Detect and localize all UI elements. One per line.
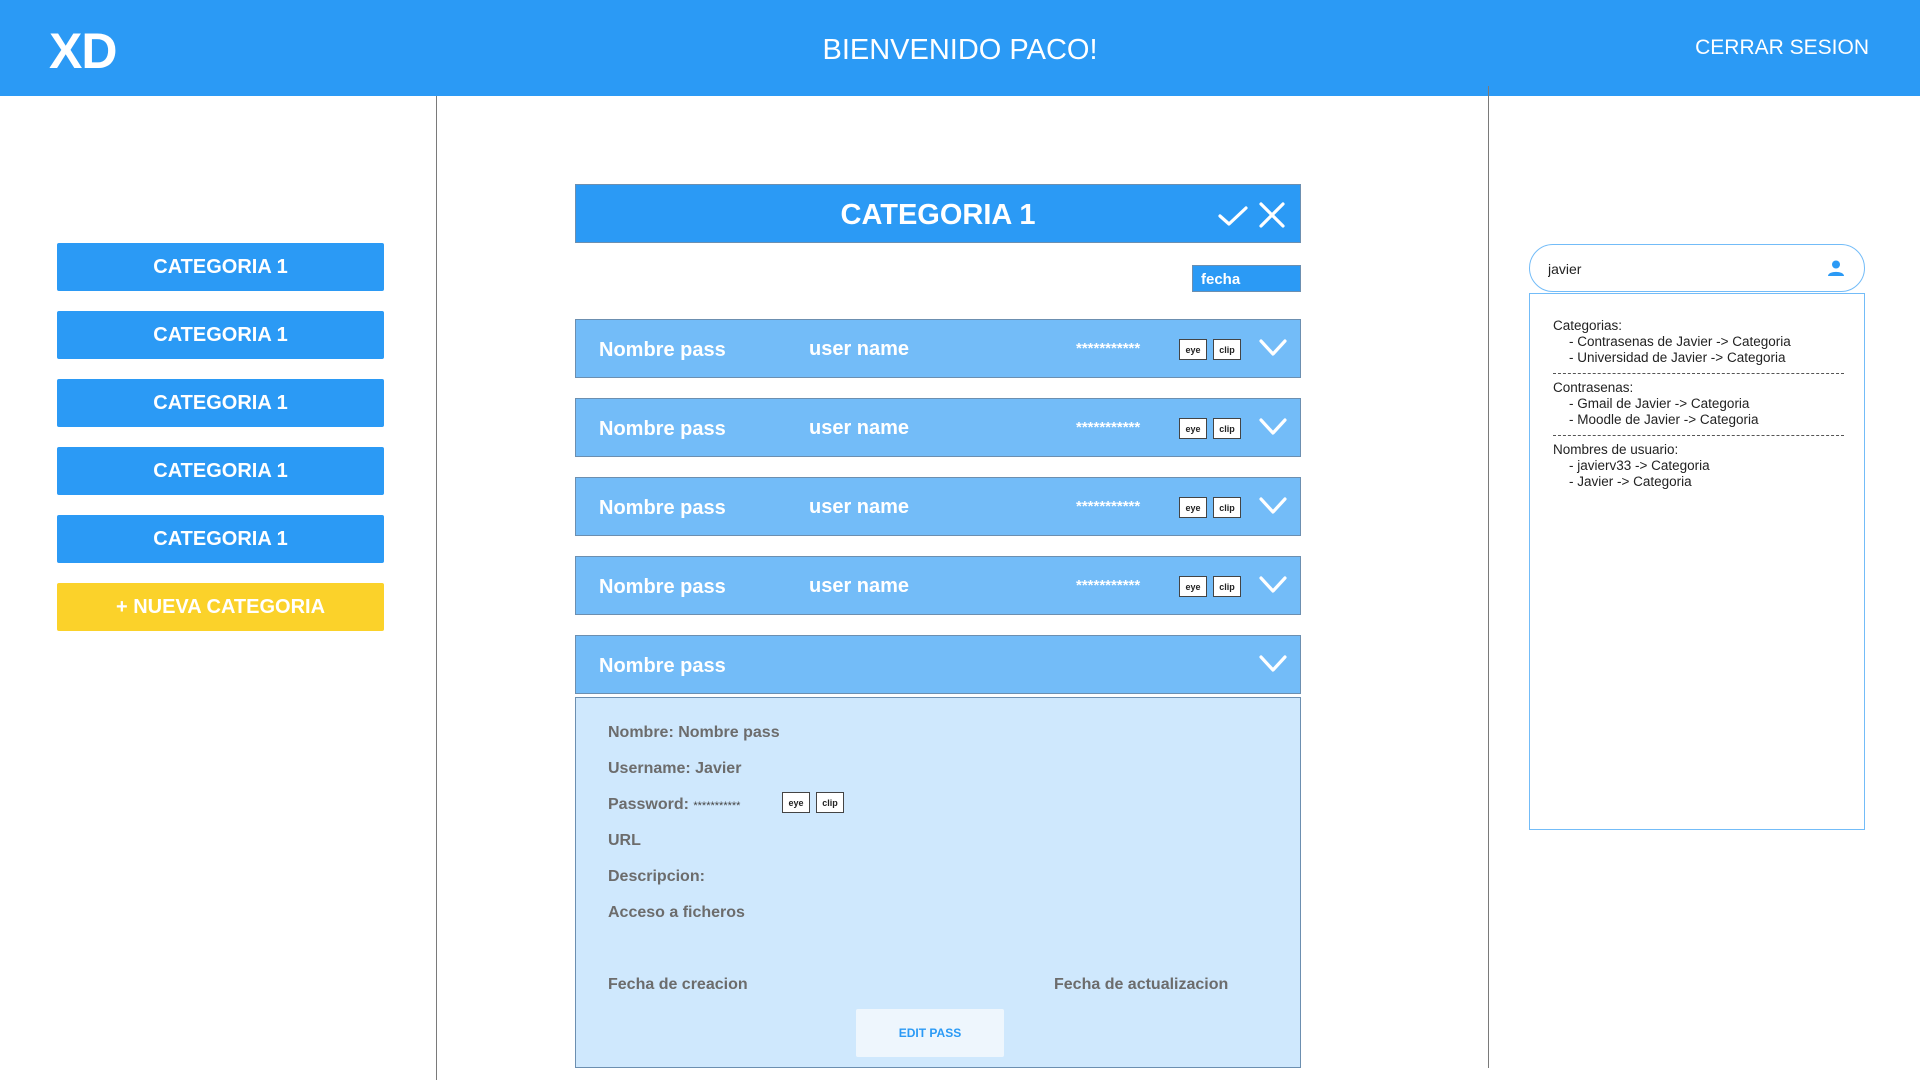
category-title-bar: CATEGORIA 1 (575, 184, 1301, 243)
sidebar-category-button[interactable]: CATEGORIA 1 (57, 311, 384, 359)
results-contrasenas-heading: Contrasenas: (1553, 380, 1634, 395)
app-root: XD BIENVENIDO PACO! CERRAR SESION CATEGO… (0, 0, 1920, 1080)
result-item[interactable]: - Universidad de Javier -> Categoria (1553, 350, 1844, 366)
chevron-down-icon[interactable] (1258, 494, 1288, 518)
password-username: user name (809, 417, 910, 439)
result-item[interactable]: - javierv33 -> Categoria (1553, 458, 1844, 474)
top-bar: XD BIENVENIDO PACO! CERRAR SESION (0, 0, 1920, 96)
detail-descripcion: Descripcion: (608, 868, 705, 885)
close-icon[interactable] (1256, 199, 1288, 231)
new-category-button[interactable]: + NUEVA CATEGORIA (57, 583, 384, 631)
result-item[interactable]: - Gmail de Javier -> Categoria (1553, 396, 1844, 412)
chevron-down-icon[interactable] (1258, 573, 1288, 597)
results-divider (1553, 373, 1844, 374)
welcome-message: BIENVENIDO PACO! (822, 34, 1098, 66)
results-categorias-heading: Categorias: (1553, 318, 1623, 333)
detail-fecha-actualizacion: Fecha de actualizacion (1054, 976, 1229, 993)
search-results-panel: Categorias: - Contrasenas de Javier -> C… (1529, 293, 1865, 830)
sidebar-category-button[interactable]: CATEGORIA 1 (57, 243, 384, 291)
search-input[interactable] (1548, 258, 1808, 280)
password-row[interactable]: Nombre pass user name *********** eye cl… (575, 477, 1301, 536)
detail-url: URL (608, 832, 641, 849)
result-item[interactable]: - Contrasenas de Javier -> Categoria (1553, 334, 1844, 350)
copy-password-button[interactable]: clip (1213, 339, 1241, 360)
chevron-down-icon[interactable] (1258, 415, 1288, 439)
password-name: Nombre pass (599, 576, 726, 598)
password-masked: *********** (1076, 340, 1141, 357)
password-name: Nombre pass (599, 418, 726, 440)
password-username: user name (809, 496, 910, 518)
sort-by-date-button[interactable]: fecha (1192, 265, 1301, 292)
results-usuarios-heading: Nombres de usuario: (1553, 442, 1679, 457)
show-password-button[interactable]: eye (1179, 497, 1207, 518)
right-column-divider (1488, 86, 1489, 1068)
password-name: Nombre pass (599, 497, 726, 519)
copy-password-button[interactable]: clip (1213, 497, 1241, 518)
show-password-button[interactable]: eye (1179, 339, 1207, 360)
detail-password-value: *********** (693, 800, 741, 812)
password-row[interactable]: Nombre pass user name *********** eye cl… (575, 398, 1301, 457)
copy-password-button[interactable]: clip (816, 792, 844, 813)
show-password-button[interactable]: eye (1179, 576, 1207, 597)
show-password-button[interactable]: eye (1179, 418, 1207, 439)
password-username: user name (809, 338, 910, 360)
detail-fecha-creacion: Fecha de creacion (608, 976, 748, 993)
category-title[interactable]: CATEGORIA 1 (576, 199, 1300, 232)
password-username: user name (809, 575, 910, 597)
detail-nombre: Nombre: Nombre pass (608, 724, 780, 741)
results-divider (1553, 435, 1844, 436)
copy-password-button[interactable]: clip (1213, 576, 1241, 597)
left-column-divider (436, 96, 437, 1080)
detail-password: Password: *********** (608, 796, 740, 814)
check-icon[interactable] (1217, 199, 1249, 231)
result-item[interactable]: - Moodle de Javier -> Categoria (1553, 412, 1844, 428)
edit-pass-button[interactable]: EDIT PASS (856, 1009, 1004, 1057)
show-password-button[interactable]: eye (782, 792, 810, 813)
result-item[interactable]: - Javier -> Categoria (1553, 474, 1844, 490)
password-name: Nombre pass (599, 655, 726, 677)
detail-acceso-ficheros[interactable]: Acceso a ficheros (608, 904, 745, 922)
logout-link[interactable]: CERRAR SESION (1695, 36, 1869, 60)
sidebar-category-button[interactable]: CATEGORIA 1 (57, 379, 384, 427)
user-icon[interactable] (1826, 258, 1846, 278)
copy-password-button[interactable]: clip (1213, 418, 1241, 439)
sidebar-category-button[interactable]: CATEGORIA 1 (57, 447, 384, 495)
password-detail-panel: Nombre: Nombre pass Username: Javier Pas… (575, 697, 1301, 1068)
password-name: Nombre pass (599, 339, 726, 361)
detail-username: Username: Javier (608, 760, 742, 777)
sidebar-category-button[interactable]: CATEGORIA 1 (57, 515, 384, 563)
detail-password-label: Password: (608, 796, 689, 813)
password-masked: *********** (1076, 419, 1141, 436)
search-box (1529, 244, 1865, 292)
password-masked: *********** (1076, 498, 1141, 515)
password-masked: *********** (1076, 577, 1141, 594)
chevron-down-icon[interactable] (1258, 652, 1288, 676)
password-row-expanded[interactable]: Nombre pass (575, 635, 1301, 694)
password-row[interactable]: Nombre pass user name *********** eye cl… (575, 319, 1301, 378)
password-row[interactable]: Nombre pass user name *********** eye cl… (575, 556, 1301, 615)
chevron-down-icon[interactable] (1258, 336, 1288, 360)
